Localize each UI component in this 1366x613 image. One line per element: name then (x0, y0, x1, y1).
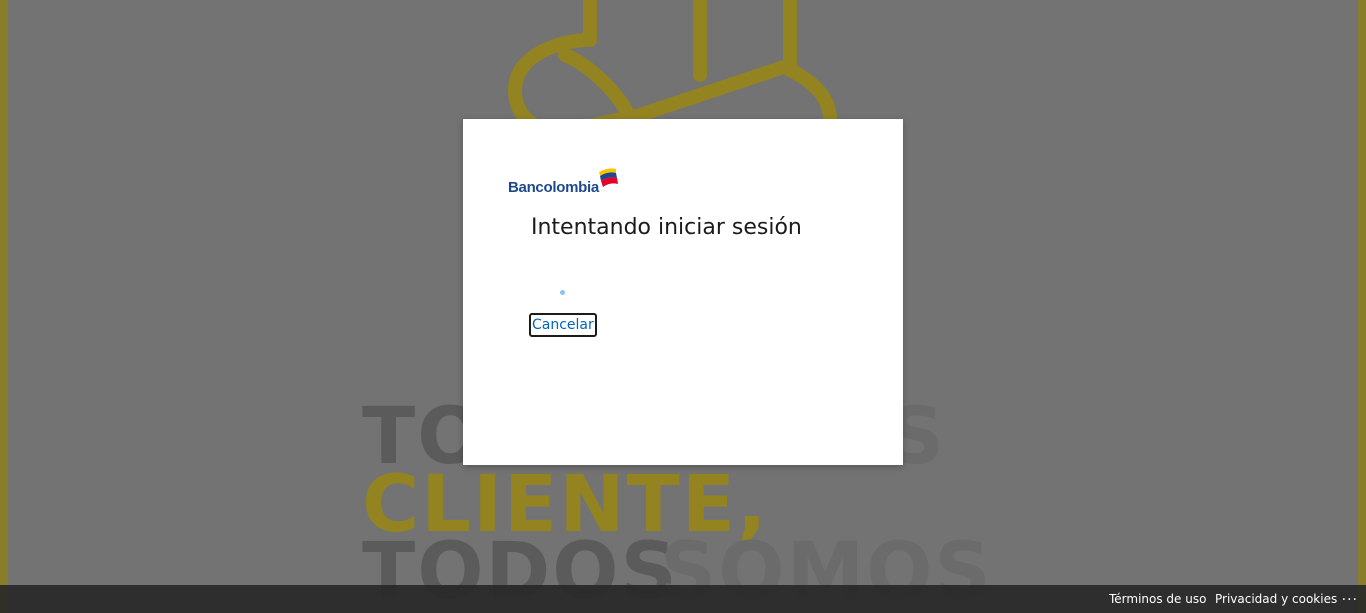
more-options-icon[interactable]: ... (1342, 588, 1358, 604)
loading-spinner (560, 290, 565, 295)
sign-in-dialog: Bancolombia Intentando iniciar sesión Ca… (463, 119, 903, 465)
terms-of-use-link[interactable]: Términos de uso (1109, 592, 1206, 606)
dialog-title: Intentando iniciar sesión (531, 215, 802, 240)
cancel-link[interactable]: Cancelar (529, 313, 597, 337)
footer: Términos de uso Privacidad y cookies ... (0, 585, 1366, 613)
privacy-cookies-link[interactable]: Privacidad y cookies (1215, 592, 1337, 606)
logo-text: Bancolombia (508, 179, 599, 196)
bancolombia-logo: Bancolombia (507, 163, 619, 199)
page: TO S CLIENTE, TODOS SOMOS Bancolombia In… (0, 0, 1366, 613)
